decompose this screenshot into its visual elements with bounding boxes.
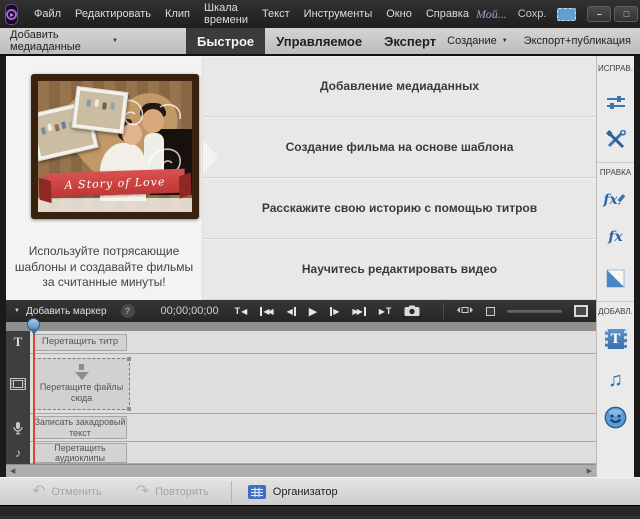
expand-monitor-icon[interactable]: [574, 305, 588, 317]
guide-item-titles-story[interactable]: Расскажите свою историю с помощью титров: [203, 178, 596, 239]
menu-clip[interactable]: Клип: [158, 8, 197, 20]
guide-list: Добавление медиаданных Создание фильма н…: [202, 56, 596, 300]
tab-guided[interactable]: Управляемое: [265, 28, 373, 54]
transport-controls: T◀ ◀◀ ◀ ▶ ▶ ▶▶ ▶T: [235, 305, 421, 318]
fx-pencil-icon[interactable]: fx: [603, 192, 627, 208]
redo-icon: ↷: [136, 484, 149, 500]
polaroid-photo: [72, 86, 129, 134]
guide-item-template-movie[interactable]: Создание фильма на основе шаблона: [203, 117, 596, 178]
fix-tools-icon[interactable]: [606, 130, 626, 149]
playhead-handle[interactable]: [27, 318, 40, 331]
edit-section-label: ПРАВКА: [600, 168, 631, 177]
create-button[interactable]: Создание ▼: [447, 35, 508, 47]
music-icon[interactable]: ♫: [608, 370, 623, 390]
frame-back-button[interactable]: ◀: [287, 307, 296, 316]
bottom-bar: ↶ Отменить ↷ Повторить Организатор: [0, 477, 640, 505]
frame-forward-button[interactable]: ▶: [330, 307, 339, 316]
zoom-slider[interactable]: [507, 310, 562, 313]
timeline-toolbar: ▼ Добавить маркер ? 00;00;00;00 T◀ ◀◀ ◀ …: [6, 300, 596, 322]
go-to-start-button[interactable]: ◀◀: [260, 307, 273, 316]
preview-panel: A Story of Love Используйте потрясающие …: [6, 56, 202, 300]
project-name[interactable]: Мой...: [476, 7, 507, 22]
organizer-button[interactable]: Организатор: [248, 485, 338, 499]
timecode-display[interactable]: 00;00;00;00: [161, 305, 219, 317]
tools-sidebar: ИСПРАВ. ПРАВКА fx: [596, 56, 634, 477]
voiceover-track-icon: [6, 414, 30, 441]
zoom-fit-icon[interactable]: [486, 307, 495, 316]
preview-caption: Используйте потрясающие шаблоны и создав…: [14, 244, 194, 291]
fx-effects-icon[interactable]: fx: [608, 229, 622, 245]
next-title-button[interactable]: ▶T: [379, 306, 392, 316]
scroll-left-icon[interactable]: ◀: [10, 467, 15, 475]
add-section-label: ДОБАВЛ.: [598, 307, 633, 316]
title-ribbon: A Story of Love: [45, 169, 186, 198]
add-marker-button[interactable]: Добавить маркер: [26, 306, 107, 317]
organizer-grid-icon: [248, 485, 266, 499]
help-icon[interactable]: ?: [121, 304, 135, 318]
menu-bar: Файл Редактировать Клип Шкала времени Те…: [27, 2, 476, 26]
zoom-clip-icon[interactable]: [456, 302, 474, 320]
tab-expert[interactable]: Эксперт: [373, 28, 447, 54]
export-publish-button[interactable]: Экспорт+публикация: [524, 35, 631, 47]
menu-tools[interactable]: Инструменты: [297, 8, 380, 20]
transitions-icon[interactable]: [606, 269, 625, 288]
menu-window[interactable]: Окно: [379, 8, 419, 20]
menu-text[interactable]: Текст: [255, 8, 297, 20]
timeline-panel: T ♪: [6, 322, 596, 464]
add-media-button[interactable]: Добавить медиаданные ▼: [0, 28, 128, 54]
graphics-smiley-icon[interactable]: [604, 406, 627, 429]
titles-icon[interactable]: T: [605, 329, 627, 349]
undo-button[interactable]: ↶ Отменить: [32, 484, 102, 500]
next-edit-button[interactable]: ▶▶: [352, 307, 365, 316]
adjust-sliders-icon[interactable]: [606, 94, 626, 111]
prev-title-button[interactable]: T◀: [235, 306, 248, 316]
action-bar: Добавить медиаданные ▼ Быстрое Управляем…: [0, 28, 640, 56]
window-bottom-chrome: [0, 505, 640, 519]
guide-item-add-media[interactable]: Добавление медиаданных: [203, 56, 596, 117]
guide-item-learn-editing[interactable]: Научитесь редактировать видео: [203, 239, 596, 300]
title-bar: Файл Редактировать Клип Шкала времени Те…: [0, 0, 640, 28]
window-edge-right: [634, 56, 640, 477]
drag-audio-hint[interactable]: Перетащить аудиоклипы: [33, 443, 127, 463]
playhead-line[interactable]: [33, 322, 35, 464]
redo-button[interactable]: ↷ Повторить: [136, 484, 209, 500]
template-preview-image: A Story of Love: [31, 74, 199, 219]
marker-caret-icon[interactable]: ▼: [6, 308, 20, 314]
timeline-ruler[interactable]: [6, 322, 596, 331]
record-voiceover-hint[interactable]: Записать закадровый текст: [33, 416, 127, 439]
snapshot-camera-icon[interactable]: [404, 305, 420, 317]
menu-help[interactable]: Справка: [419, 8, 476, 20]
play-button[interactable]: ▶: [309, 305, 317, 318]
maximize-button[interactable]: □: [614, 6, 638, 22]
title-track-icon: T: [6, 331, 30, 353]
caret-down-icon: ▼: [112, 38, 118, 44]
save-button[interactable]: Сохр.: [518, 8, 547, 20]
audio-track-icon: ♪: [6, 442, 30, 464]
caret-down-icon: ▼: [502, 38, 508, 44]
drop-arrow-icon: [75, 372, 89, 380]
undo-icon: ↶: [32, 484, 45, 500]
video-track-icon: [6, 354, 30, 413]
app-window: Файл Редактировать Клип Шкала времени Те…: [0, 0, 640, 519]
track-headers: T ♪: [6, 331, 30, 464]
timeline-scrollbar[interactable]: ◀ ▶: [6, 464, 596, 477]
scroll-right-icon[interactable]: ▶: [587, 467, 592, 475]
menu-timeline[interactable]: Шкала времени: [197, 2, 255, 26]
menu-file[interactable]: Файл: [27, 8, 68, 20]
menu-edit[interactable]: Редактировать: [68, 8, 158, 20]
workspace-screen-icon[interactable]: [557, 8, 576, 21]
drag-title-hint[interactable]: Перетащить титр: [33, 334, 127, 351]
fix-section-label: ИСПРАВ.: [598, 64, 633, 73]
app-logo-icon: [5, 4, 18, 25]
media-dropzone[interactable]: Перетащите файлы сюда: [33, 358, 130, 410]
minimize-button[interactable]: –: [587, 6, 611, 22]
ribbon-text: A Story of Love: [64, 175, 165, 192]
carousel-next-icon[interactable]: [203, 140, 218, 174]
tab-quick[interactable]: Быстрое: [186, 28, 265, 54]
mode-tabs: Быстрое Управляемое Эксперт: [186, 28, 447, 54]
